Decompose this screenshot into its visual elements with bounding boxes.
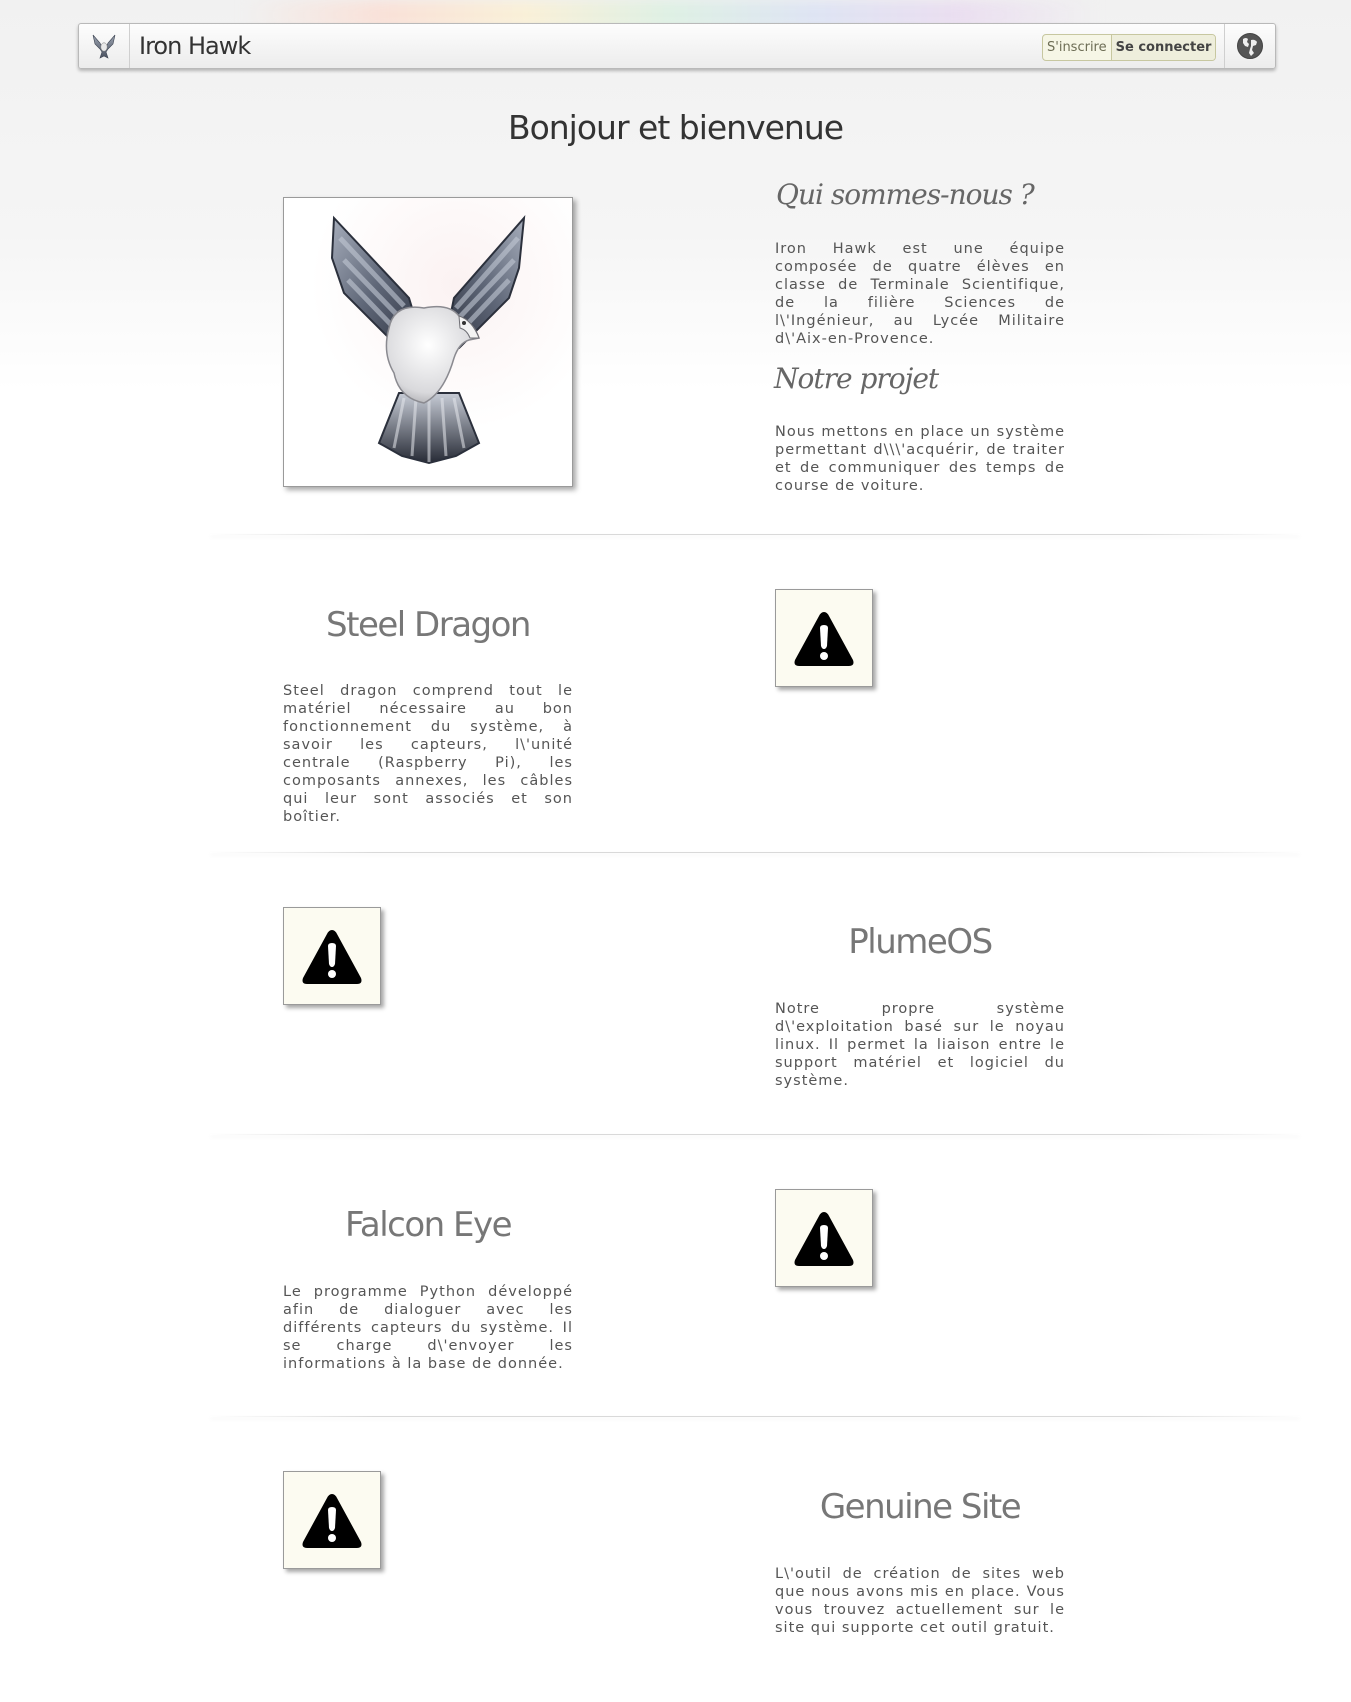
page-title: Bonjour et bienvenue: [507, 108, 844, 147]
section-divider: [210, 852, 1300, 853]
genuine-site-image: [283, 1471, 381, 1569]
warning-icon: [302, 1494, 362, 1548]
steel-dragon-title: Steel Dragon: [326, 605, 531, 645]
top-navbar: Iron Hawk S'inscrire Se connecter: [78, 23, 1276, 69]
falcon-eye-image: [775, 1189, 873, 1287]
section-divider: [210, 534, 1300, 535]
steel-dragon-text: Steel dragon comprend tout le matériel n…: [283, 683, 573, 825]
warning-icon: [794, 1212, 854, 1266]
plumeos-image: [283, 907, 381, 1005]
project-heading: Notre projet: [774, 362, 939, 395]
globe-icon: [1237, 33, 1263, 59]
about-text: Iron Hawk est une équipe composée de qua…: [775, 241, 1065, 347]
genuine-site-text: L\'outil de création de sites web que no…: [775, 1566, 1065, 1636]
plumeos-title: PlumeOS: [848, 922, 993, 962]
about-heading: Qui sommes-nous ?: [776, 178, 1035, 211]
steel-dragon-image: [775, 589, 873, 687]
site-title[interactable]: Iron Hawk: [139, 30, 251, 62]
signup-button[interactable]: S'inscrire: [1043, 35, 1111, 60]
falcon-eye-text: Le programme Python développé afin de di…: [283, 1284, 573, 1372]
genuine-site-title: Genuine Site: [819, 1487, 1022, 1527]
warning-icon: [302, 930, 362, 984]
falcon-eye-title: Falcon Eye: [344, 1205, 513, 1245]
warning-icon: [794, 612, 854, 666]
language-button[interactable]: [1224, 24, 1275, 68]
section-divider: [210, 1134, 1300, 1135]
project-text: Nous mettons en place un système permett…: [775, 424, 1065, 494]
section-divider: [210, 1416, 1300, 1417]
plumeos-text: Notre propre système d\'exploitation bas…: [775, 1001, 1065, 1089]
team-logo-image: [283, 197, 573, 487]
home-logo-link[interactable]: [79, 24, 130, 68]
hawk-emblem-icon: [330, 214, 526, 465]
login-button[interactable]: Se connecter: [1110, 35, 1216, 60]
hawk-logo-icon: [92, 34, 116, 59]
auth-button-group: S'inscrire Se connecter: [1042, 34, 1217, 61]
